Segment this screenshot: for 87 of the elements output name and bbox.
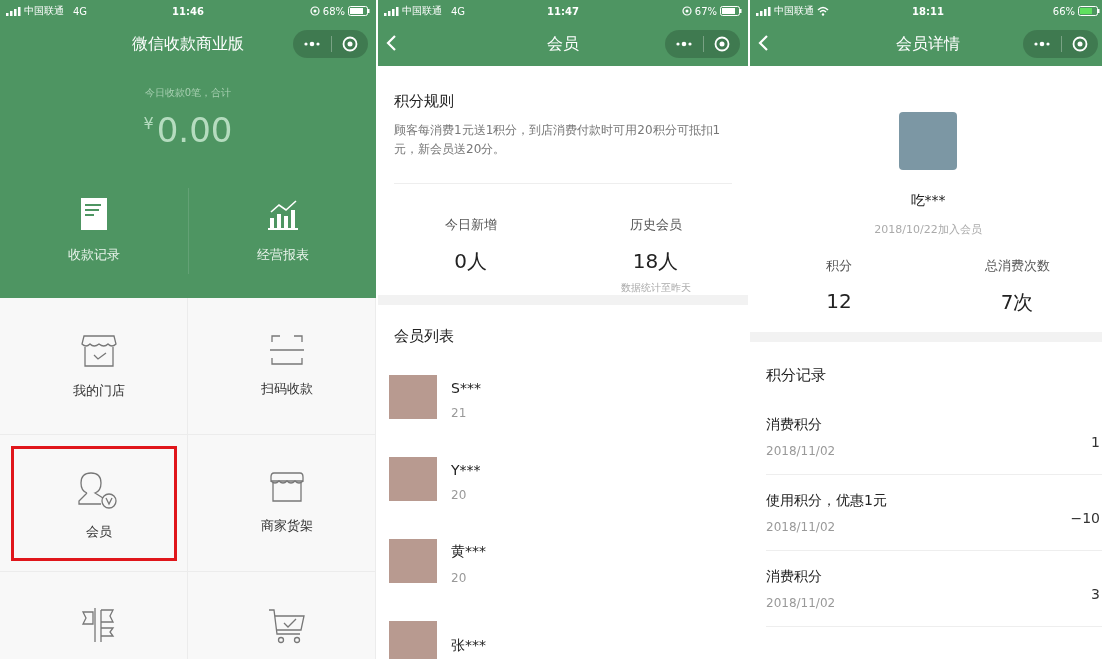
- section-title: 会员列表: [393, 326, 455, 348]
- wifi-icon: [817, 6, 829, 16]
- photo-placeholder: [389, 621, 437, 659]
- stat-value: 12: [826, 289, 852, 313]
- rules-text: 顾客每消费1元送1积分，到店消费付款时可用20积分可抵扣1元，新会员送20分。: [394, 121, 732, 185]
- record-points: −10: [1070, 508, 1100, 526]
- page-title: 会员详情: [896, 33, 960, 55]
- tile-label: 我的门店: [72, 382, 125, 400]
- target-icon: [1072, 36, 1088, 52]
- stat-label: 积分: [826, 257, 852, 275]
- photo-placeholder: [899, 112, 957, 170]
- member-name: 吃***: [910, 192, 946, 210]
- record-points: 1: [1091, 432, 1100, 450]
- join-date: 2018/10/22加入会员: [874, 222, 982, 237]
- carrier-name: 中国联通: [774, 4, 814, 18]
- network-type: 4G: [73, 5, 88, 17]
- record-date: 2018/11/02: [766, 443, 836, 458]
- stat-value: 7次: [1000, 289, 1034, 316]
- clock-time: 18:11: [912, 5, 944, 17]
- network-type: 4G: [451, 5, 466, 17]
- member-points: 20: [451, 570, 468, 585]
- record-date: 2018/11/02: [766, 595, 836, 610]
- member-name: 黄***: [451, 542, 487, 561]
- stat-label: 历史会员: [629, 216, 682, 235]
- record-title: 消费积分: [766, 415, 823, 434]
- page-title: 微信收款商业版: [132, 33, 244, 55]
- tile-label: 扫码收款: [260, 380, 313, 398]
- back-chevron-icon: [386, 34, 397, 52]
- section-title: 积分规则: [394, 92, 455, 111]
- member-points: 21: [451, 405, 468, 420]
- signal-icon: [384, 6, 399, 16]
- menu-tile[interactable]: 扫码收款: [188, 298, 376, 435]
- location-lock-icon: [309, 6, 320, 16]
- record-title: 使用积分，优惠1元: [766, 491, 887, 510]
- carrier-name: 中国联通: [402, 4, 442, 18]
- back-button[interactable]: [386, 34, 397, 52]
- more-icon: [1033, 41, 1051, 47]
- signal-icon: [756, 6, 771, 16]
- tile-label: 会员: [85, 523, 112, 541]
- stat-value: 0人: [454, 248, 487, 276]
- battery-percent: 68%: [322, 5, 345, 17]
- signal-icon: [6, 6, 21, 16]
- storefront-icon: [268, 471, 305, 503]
- target-icon: [714, 36, 730, 52]
- member-points: 20: [451, 487, 468, 502]
- page-title: 会员: [547, 33, 579, 55]
- carrier-name: 中国联通: [24, 4, 64, 18]
- back-button[interactable]: [758, 34, 769, 52]
- record-title: 消费积分: [766, 567, 823, 586]
- menu-tile[interactable]: 商家货架: [188, 435, 376, 572]
- member-name: Y***: [451, 461, 482, 478]
- scan-icon: [268, 334, 305, 366]
- currency-sign: ¥: [143, 114, 154, 133]
- record-date: 2018/11/02: [766, 519, 837, 534]
- photo-placeholder: [389, 539, 437, 584]
- flags-icon: [80, 608, 117, 642]
- stat-note: 数据统计至昨天: [620, 281, 691, 296]
- location-lock-icon: [681, 6, 692, 16]
- clock-time: 11:47: [547, 5, 579, 17]
- menu-tile[interactable]: 会员: [0, 435, 188, 572]
- battery-icon: [348, 6, 370, 16]
- member-name: 张***: [451, 636, 487, 655]
- stat-value: 18人: [632, 248, 679, 276]
- photo-placeholder: [389, 457, 437, 502]
- clock-time: 11:46: [172, 5, 204, 17]
- battery-percent: 67%: [694, 5, 717, 17]
- tile-label: 商家货架: [260, 517, 313, 535]
- section-title: 积分记录: [765, 365, 827, 386]
- stat-label: 今日新增: [444, 216, 497, 235]
- member-name: S***: [451, 379, 482, 396]
- chart-icon: [266, 198, 299, 230]
- document-icon: [81, 198, 107, 230]
- battery-icon: [720, 6, 742, 16]
- today-summary: 今日收款0笔，合计: [144, 86, 232, 100]
- battery-percent: 66%: [1052, 5, 1075, 17]
- photo-placeholder: [389, 375, 437, 420]
- shop-icon: [79, 334, 118, 368]
- record-points: 3: [1091, 584, 1100, 602]
- target-icon: [342, 36, 358, 52]
- menu-tile[interactable]: 我的门店: [0, 298, 188, 435]
- more-icon: [303, 41, 321, 47]
- amount-total: 0.00: [156, 110, 233, 150]
- more-icon: [675, 41, 693, 47]
- cart-icon: [267, 608, 306, 644]
- stat-label: 总消费次数: [984, 257, 1050, 275]
- battery-icon: [1078, 6, 1100, 16]
- back-chevron-icon: [758, 34, 769, 52]
